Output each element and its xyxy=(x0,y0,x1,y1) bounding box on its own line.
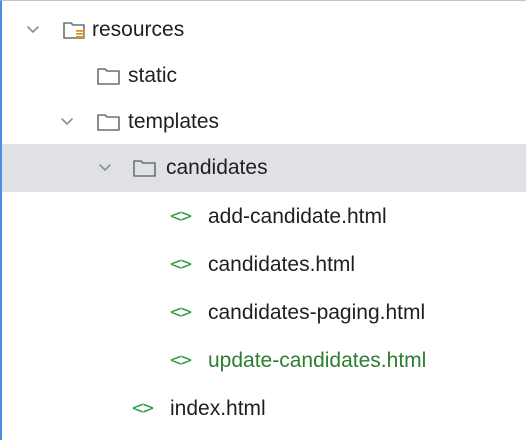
folder-icon xyxy=(97,114,120,131)
chevron-down-icon[interactable] xyxy=(24,21,42,39)
tree-node-label: index.html xyxy=(170,397,266,420)
html-icon: <> xyxy=(170,349,192,371)
project-tree: resources static templates candidates <>… xyxy=(0,0,526,440)
tree-node-candidates[interactable]: candidates xyxy=(2,144,526,192)
html-icon: <> xyxy=(170,205,192,227)
folder-icon xyxy=(97,68,120,85)
tree-node-label-modified: update-candidates.html xyxy=(208,349,427,372)
chevron-down-icon[interactable] xyxy=(58,113,76,131)
tree-node-file[interactable]: <> candidates-paging.html xyxy=(2,289,526,337)
tree-node-label: candidates.html xyxy=(208,253,356,276)
html-icon: <> xyxy=(170,301,192,323)
chevron-down-icon[interactable] xyxy=(96,159,114,177)
tree-node-label: templates xyxy=(128,110,220,133)
resources-folder-icon xyxy=(63,22,85,39)
tree-node-label: candidates xyxy=(166,156,268,179)
tree-node-label: static xyxy=(128,64,178,87)
tree-node-file[interactable]: <> update-candidates.html xyxy=(2,337,526,385)
folder-icon xyxy=(133,160,156,177)
tree-node-templates[interactable]: templates xyxy=(2,98,526,146)
tree-node-resources[interactable]: resources xyxy=(2,6,526,54)
tree-node-static[interactable]: static xyxy=(2,52,526,100)
tree-node-file[interactable]: <> candidates.html xyxy=(2,241,526,289)
tree-node-label: add-candidate.html xyxy=(208,205,387,228)
html-icon: <> xyxy=(132,397,154,419)
tree-node-label: resources xyxy=(92,18,185,41)
html-icon: <> xyxy=(170,253,192,275)
tree-node-index[interactable]: <> index.html xyxy=(2,385,526,433)
tree-node-label: candidates-paging.html xyxy=(208,301,426,324)
tree-node-file[interactable]: <> add-candidate.html xyxy=(2,193,526,241)
